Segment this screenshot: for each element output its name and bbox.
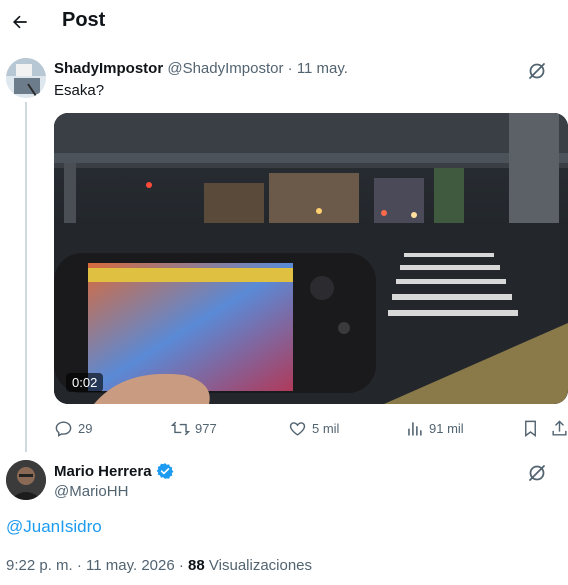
verified-badge-icon <box>156 463 173 479</box>
grok-icon <box>529 465 545 481</box>
display-name[interactable]: Mario Herrera <box>54 462 174 480</box>
page-title: Post <box>62 9 106 31</box>
heart-icon <box>289 421 306 436</box>
views-label: Visualizaciones <box>208 557 313 574</box>
grok-button[interactable] <box>526 60 548 82</box>
grok-icon <box>529 63 545 79</box>
tweet-meta: 9:22 p. m. · 11 may. 2026 · 88 Visualiza… <box>6 557 312 574</box>
views-button[interactable]: 91 mil <box>405 416 464 440</box>
avatar[interactable] <box>6 58 46 98</box>
repost-button[interactable]: 977 <box>171 416 217 440</box>
repost-count: 977 <box>195 420 217 436</box>
header: Post <box>0 0 568 44</box>
reply-icon <box>55 420 72 437</box>
like-button[interactable]: 5 mil <box>288 416 339 440</box>
tweet-timestamp[interactable]: 9:22 p. m. · 11 may. 2026 · <box>6 557 184 574</box>
display-name[interactable]: ShadyImpostor <box>54 60 163 77</box>
handle[interactable]: @ShadyImpostor <box>167 60 283 77</box>
views-number: 88 <box>188 557 205 574</box>
share-icon <box>552 419 567 436</box>
arrow-left-icon <box>13 15 27 29</box>
action-bar: 29 977 5 mil 91 mil <box>54 416 568 440</box>
mention-link[interactable]: @JuanIsidro <box>6 517 102 537</box>
back-button[interactable] <box>4 6 36 38</box>
thread-line <box>25 102 27 452</box>
views-icon <box>408 421 422 436</box>
video-duration: 0:02 <box>66 373 104 392</box>
display-name-text: Mario Herrera <box>54 462 152 480</box>
tweet-date[interactable]: · 11 may. <box>288 60 348 77</box>
grok-button[interactable] <box>526 462 548 484</box>
views-count: 91 mil <box>429 420 464 436</box>
handle[interactable]: @MarioHH <box>54 483 128 500</box>
video-thumbnail <box>54 113 568 404</box>
bookmark-button[interactable] <box>521 416 540 440</box>
avatar[interactable] <box>6 460 46 500</box>
repost-icon <box>171 421 190 435</box>
reply-button[interactable]: 29 <box>54 416 92 440</box>
like-count: 5 mil <box>312 420 340 436</box>
share-button[interactable] <box>550 416 568 440</box>
tweet-text: Esaka? <box>54 82 105 99</box>
tweet-header: ShadyImpostor @ShadyImpostor · 11 may. <box>54 60 348 77</box>
reply-count: 29 <box>78 420 93 436</box>
video-player[interactable]: 0:02 <box>54 113 568 404</box>
bookmark-icon <box>525 420 536 437</box>
